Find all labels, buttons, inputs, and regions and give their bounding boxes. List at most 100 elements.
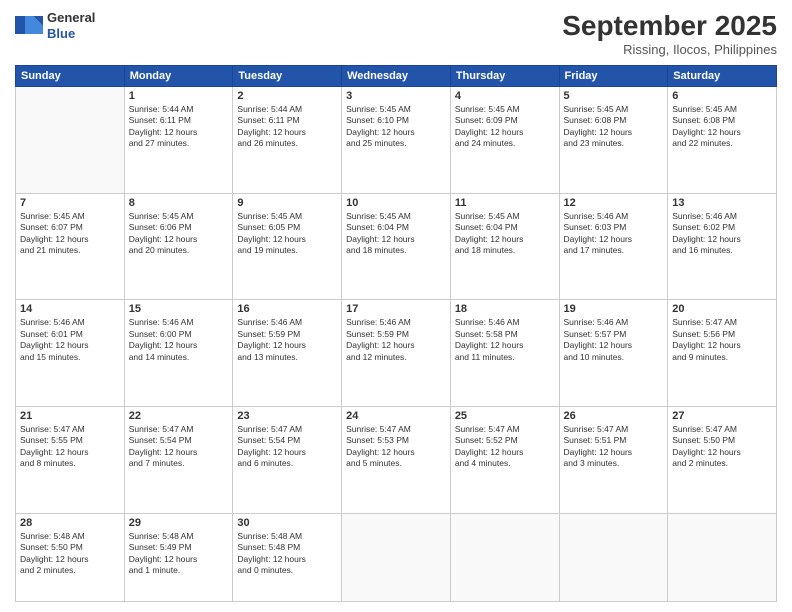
day-info: Sunrise: 5:45 AMSunset: 6:05 PMDaylight:… xyxy=(237,211,337,257)
calendar-cell: 21 Sunrise: 5:47 AMSunset: 5:55 PMDayligh… xyxy=(16,406,125,513)
calendar-cell: 16 Sunrise: 5:46 AMSunset: 5:59 PMDayligh… xyxy=(233,300,342,407)
calendar-cell: 25 Sunrise: 5:47 AMSunset: 5:52 PMDayligh… xyxy=(450,406,559,513)
calendar-cell: 17Sunrise: 5:46 AMSunset: 5:59 PMDayligh… xyxy=(342,300,451,407)
day-info: Sunrise: 5:46 AMSunset: 6:03 PMDaylight:… xyxy=(564,211,664,257)
calendar-cell: 18 Sunrise: 5:46 AMSunset: 5:58 PMDayligh… xyxy=(450,300,559,407)
day-info: Sunrise: 5:45 AMSunset: 6:04 PMDaylight:… xyxy=(346,211,446,257)
calendar-cell: 23 Sunrise: 5:47 AMSunset: 5:54 PMDayligh… xyxy=(233,406,342,513)
day-number: 10 xyxy=(346,197,446,209)
weekday-header-row: SundayMondayTuesdayWednesdayThursdayFrid… xyxy=(16,66,777,87)
day-number: 22 xyxy=(129,410,229,422)
weekday-header-saturday: Saturday xyxy=(668,66,777,87)
day-info: Sunrise: 5:47 AMSunset: 5:54 PMDaylight:… xyxy=(237,424,337,470)
day-info: Sunrise: 5:47 AMSunset: 5:54 PMDaylight:… xyxy=(129,424,229,470)
calendar-cell: 14Sunrise: 5:46 AMSunset: 6:01 PMDayligh… xyxy=(16,300,125,407)
day-info: Sunrise: 5:46 AMSunset: 5:57 PMDaylight:… xyxy=(564,317,664,363)
calendar-cell: 7 Sunrise: 5:45 AMSunset: 6:07 PMDaylight… xyxy=(16,193,125,300)
weekday-header-sunday: Sunday xyxy=(16,66,125,87)
calendar-cell: 24 Sunrise: 5:47 AMSunset: 5:53 PMDayligh… xyxy=(342,406,451,513)
calendar-cell xyxy=(559,513,668,601)
day-info: Sunrise: 5:46 AMSunset: 5:59 PMDaylight:… xyxy=(237,317,337,363)
day-info: Sunrise: 5:44 AMSunset: 6:11 PMDaylight:… xyxy=(129,104,229,150)
day-info: Sunrise: 5:47 AMSunset: 5:53 PMDaylight:… xyxy=(346,424,446,470)
week-row-4: 21 Sunrise: 5:47 AMSunset: 5:55 PMDayligh… xyxy=(16,406,777,513)
header: General Blue September 2025 Rissing, Ilo… xyxy=(15,10,777,57)
day-number: 24 xyxy=(346,410,446,422)
day-info: Sunrise: 5:46 AMSunset: 5:59 PMDaylight:… xyxy=(346,317,446,363)
weekday-header-wednesday: Wednesday xyxy=(342,66,451,87)
logo-text: General Blue xyxy=(47,10,95,41)
calendar-cell: 10 Sunrise: 5:45 AMSunset: 6:04 PMDayligh… xyxy=(342,193,451,300)
day-info: Sunrise: 5:47 AMSunset: 5:56 PMDaylight:… xyxy=(672,317,772,363)
calendar-cell: 1 Sunrise: 5:44 AMSunset: 6:11 PMDaylight… xyxy=(124,87,233,194)
weekday-header-monday: Monday xyxy=(124,66,233,87)
day-info: Sunrise: 5:45 AMSunset: 6:08 PMDaylight:… xyxy=(672,104,772,150)
calendar-cell: 30Sunrise: 5:48 AMSunset: 5:48 PMDayligh… xyxy=(233,513,342,601)
weekday-header-tuesday: Tuesday xyxy=(233,66,342,87)
day-info: Sunrise: 5:47 AMSunset: 5:55 PMDaylight:… xyxy=(20,424,120,470)
calendar-cell: 29Sunrise: 5:48 AMSunset: 5:49 PMDayligh… xyxy=(124,513,233,601)
calendar-cell: 19 Sunrise: 5:46 AMSunset: 5:57 PMDayligh… xyxy=(559,300,668,407)
day-number: 2 xyxy=(237,90,337,102)
day-number: 13 xyxy=(672,197,772,209)
calendar-cell xyxy=(16,87,125,194)
day-number: 18 xyxy=(455,303,555,315)
day-info: Sunrise: 5:47 AMSunset: 5:50 PMDaylight:… xyxy=(672,424,772,470)
calendar: SundayMondayTuesdayWednesdayThursdayFrid… xyxy=(15,65,777,602)
day-number: 15 xyxy=(129,303,229,315)
day-info: Sunrise: 5:46 AMSunset: 6:00 PMDaylight:… xyxy=(129,317,229,363)
calendar-cell xyxy=(450,513,559,601)
day-info: Sunrise: 5:46 AMSunset: 6:02 PMDaylight:… xyxy=(672,211,772,257)
week-row-5: 28Sunrise: 5:48 AMSunset: 5:50 PMDayligh… xyxy=(16,513,777,601)
day-number: 9 xyxy=(237,197,337,209)
day-info: Sunrise: 5:45 AMSunset: 6:09 PMDaylight:… xyxy=(455,104,555,150)
logo: General Blue xyxy=(15,10,95,41)
day-number: 27 xyxy=(672,410,772,422)
day-number: 7 xyxy=(20,197,120,209)
week-row-1: 1 Sunrise: 5:44 AMSunset: 6:11 PMDaylight… xyxy=(16,87,777,194)
day-number: 12 xyxy=(564,197,664,209)
day-info: Sunrise: 5:45 AMSunset: 6:04 PMDaylight:… xyxy=(455,211,555,257)
day-info: Sunrise: 5:47 AMSunset: 5:52 PMDaylight:… xyxy=(455,424,555,470)
day-number: 26 xyxy=(564,410,664,422)
day-info: Sunrise: 5:46 AMSunset: 5:58 PMDaylight:… xyxy=(455,317,555,363)
day-number: 28 xyxy=(20,517,120,529)
calendar-cell xyxy=(342,513,451,601)
calendar-cell: 2 Sunrise: 5:44 AMSunset: 6:11 PMDaylight… xyxy=(233,87,342,194)
title-block: September 2025 Rissing, Ilocos, Philippi… xyxy=(562,10,777,57)
day-info: Sunrise: 5:45 AMSunset: 6:07 PMDaylight:… xyxy=(20,211,120,257)
day-number: 1 xyxy=(129,90,229,102)
page: General Blue September 2025 Rissing, Ilo… xyxy=(0,0,792,612)
calendar-cell: 8 Sunrise: 5:45 AMSunset: 6:06 PMDaylight… xyxy=(124,193,233,300)
day-info: Sunrise: 5:44 AMSunset: 6:11 PMDaylight:… xyxy=(237,104,337,150)
day-number: 8 xyxy=(129,197,229,209)
calendar-cell: 9 Sunrise: 5:45 AMSunset: 6:05 PMDaylight… xyxy=(233,193,342,300)
calendar-cell: 28Sunrise: 5:48 AMSunset: 5:50 PMDayligh… xyxy=(16,513,125,601)
logo-general: General xyxy=(47,10,95,26)
day-number: 23 xyxy=(237,410,337,422)
subtitle: Rissing, Ilocos, Philippines xyxy=(562,42,777,57)
month-title: September 2025 xyxy=(562,10,777,42)
day-info: Sunrise: 5:45 AMSunset: 6:06 PMDaylight:… xyxy=(129,211,229,257)
day-number: 3 xyxy=(346,90,446,102)
logo-icon xyxy=(15,12,43,40)
day-info: Sunrise: 5:48 AMSunset: 5:48 PMDaylight:… xyxy=(237,531,337,577)
day-number: 5 xyxy=(564,90,664,102)
day-number: 4 xyxy=(455,90,555,102)
day-number: 16 xyxy=(237,303,337,315)
day-number: 25 xyxy=(455,410,555,422)
day-number: 19 xyxy=(564,303,664,315)
calendar-cell: 12 Sunrise: 5:46 AMSunset: 6:03 PMDayligh… xyxy=(559,193,668,300)
day-number: 21 xyxy=(20,410,120,422)
day-info: Sunrise: 5:46 AMSunset: 6:01 PMDaylight:… xyxy=(20,317,120,363)
calendar-cell: 15 Sunrise: 5:46 AMSunset: 6:00 PMDayligh… xyxy=(124,300,233,407)
day-number: 6 xyxy=(672,90,772,102)
calendar-cell: 27 Sunrise: 5:47 AMSunset: 5:50 PMDayligh… xyxy=(668,406,777,513)
calendar-cell: 4 Sunrise: 5:45 AMSunset: 6:09 PMDaylight… xyxy=(450,87,559,194)
calendar-cell: 6 Sunrise: 5:45 AMSunset: 6:08 PMDaylight… xyxy=(668,87,777,194)
day-info: Sunrise: 5:45 AMSunset: 6:10 PMDaylight:… xyxy=(346,104,446,150)
week-row-2: 7 Sunrise: 5:45 AMSunset: 6:07 PMDaylight… xyxy=(16,193,777,300)
calendar-cell: 26Sunrise: 5:47 AMSunset: 5:51 PMDayligh… xyxy=(559,406,668,513)
day-info: Sunrise: 5:45 AMSunset: 6:08 PMDaylight:… xyxy=(564,104,664,150)
calendar-cell: 3 Sunrise: 5:45 AMSunset: 6:10 PMDaylight… xyxy=(342,87,451,194)
